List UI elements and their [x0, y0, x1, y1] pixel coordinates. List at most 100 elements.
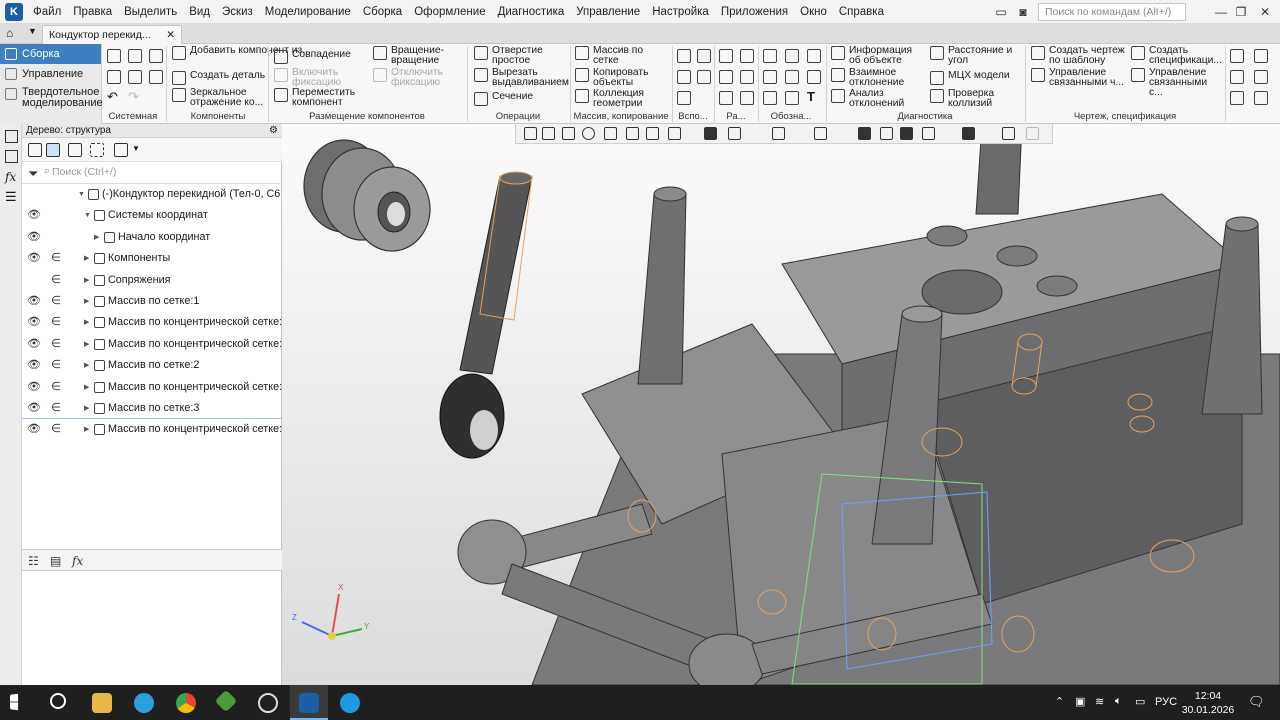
tool-a-icon[interactable] [1230, 49, 1244, 63]
leader-icon[interactable] [763, 70, 777, 84]
mode-assembly[interactable]: Сборка [0, 44, 101, 64]
rotation-button[interactable]: Вращение-вращение [373, 45, 453, 66]
menu-modeling[interactable]: Моделирование [259, 6, 357, 18]
tree-structure-icon[interactable] [28, 143, 42, 157]
expand-toggle-icon[interactable]: ▶ [84, 270, 89, 291]
language-indicator[interactable]: РУС [1155, 696, 1177, 708]
tool-f-icon[interactable] [1254, 91, 1268, 105]
tab-close-icon[interactable]: ✕ [166, 26, 175, 44]
menu-sketch[interactable]: Эскиз [216, 6, 259, 18]
include-calc-icon[interactable]: ∈ [51, 270, 61, 291]
volume-icon[interactable]: 🔈︎ [1115, 695, 1122, 708]
include-calc-icon[interactable]: ∈ [51, 419, 61, 440]
position-icon[interactable] [785, 91, 799, 105]
zoom-icon[interactable] [582, 127, 595, 140]
chrome-icon[interactable] [176, 693, 196, 713]
tree-search[interactable]: ⏷ ⌕ Поиск (Ctrl+/) [22, 162, 282, 184]
menu-diagnostics[interactable]: Диагностика [492, 6, 571, 18]
redo-icon[interactable]: ↷ [128, 90, 142, 105]
expand-toggle-icon[interactable]: ▶ [84, 248, 89, 269]
menu-select[interactable]: Выделить [118, 6, 183, 18]
hide-icon[interactable] [772, 127, 785, 140]
assembly-3d-model[interactable]: X Y Z [282, 124, 1280, 685]
new-file-icon[interactable] [107, 49, 121, 63]
manage-linked-drawings-button[interactable]: Управление связанными ч... [1031, 67, 1127, 88]
roughness-icon[interactable] [763, 49, 777, 63]
display-mode-icon[interactable] [900, 127, 913, 140]
menu-file[interactable]: Файл [27, 6, 67, 18]
tab-document[interactable]: Кондуктор перекид... ✕ [42, 25, 182, 44]
layers-view-icon[interactable] [1002, 127, 1015, 140]
object-info-button[interactable]: Информация об объекте [831, 45, 921, 66]
undo-icon[interactable]: ↶ [107, 90, 121, 105]
tool-d-icon[interactable] [1254, 70, 1268, 84]
tolerance-icon[interactable] [785, 49, 799, 63]
menu-layout[interactable]: Оформление [408, 6, 491, 18]
menu-apps[interactable]: Приложения [715, 6, 794, 18]
curve-icon[interactable] [697, 70, 711, 84]
constraints-icon[interactable] [858, 127, 871, 140]
tool-c-icon[interactable] [1230, 70, 1244, 84]
tree-row[interactable]: 👁︎ ▼ Системы координат [22, 205, 282, 226]
tree-row[interactable]: 👁︎ ∈ ▶ Массив по сетке:1 [22, 291, 282, 312]
notifications-icon[interactable]: 🗨︎ [1248, 694, 1265, 710]
angle-icon[interactable] [740, 70, 754, 84]
diameter-icon[interactable] [719, 70, 733, 84]
kompas-taskbar-icon[interactable] [299, 693, 319, 713]
visibility-icon[interactable] [814, 127, 827, 140]
distance-angle-button[interactable]: Расстояние и угол [930, 45, 1022, 66]
section-view-icon[interactable] [880, 127, 893, 140]
pointer-icon[interactable] [562, 127, 575, 140]
create-spec-button[interactable]: Создать спецификаци... [1131, 45, 1222, 66]
telegram-icon[interactable] [134, 693, 154, 713]
tree-row[interactable]: 👁︎ ∈ ▶ Массив по концентрической сетке:4 [22, 334, 282, 355]
include-calc-icon[interactable]: ∈ [51, 291, 61, 312]
arc-dim-icon[interactable] [740, 91, 754, 105]
tree-row[interactable]: ▼ (-)Кондуктор перекидной (Тел-0, С6 [22, 184, 282, 205]
visibility-eye-icon[interactable]: 👁︎ [27, 355, 41, 376]
open-file-icon[interactable] [128, 49, 142, 63]
layers-icon[interactable]: ☰ [5, 190, 18, 205]
include-calc-icon[interactable]: ∈ [51, 334, 61, 355]
manage-linked-specs-button[interactable]: Управление связанными с... [1131, 67, 1223, 98]
expand-toggle-icon[interactable]: ▼ [78, 184, 85, 205]
copy-objects-button[interactable]: Копировать объекты [575, 67, 665, 88]
view-control-icon[interactable] [524, 127, 537, 140]
expand-toggle-icon[interactable]: ▶ [94, 227, 99, 248]
roller-part[interactable] [303, 139, 431, 252]
command-search-input[interactable]: Поиск по командам (Alt+/) [1038, 3, 1186, 21]
expand-toggle-icon[interactable]: ▶ [84, 312, 89, 333]
expand-toggle-icon[interactable]: ▶ [84, 377, 89, 398]
expand-toggle-icon[interactable]: ▶ [84, 291, 89, 312]
cut-extrude-button[interactable]: Вырезать выдавливанием [474, 67, 570, 88]
plane-icon[interactable] [697, 49, 711, 63]
tree-row[interactable]: 👁︎ ∈ ▶ Массив по концентрической сетке:7 [22, 419, 282, 440]
tree-row[interactable]: ∈ ▶ Сопряжения [22, 270, 282, 291]
rebuild-icon[interactable] [128, 70, 142, 84]
expand-toggle-icon[interactable]: ▶ [84, 334, 89, 355]
include-calc-icon[interactable]: ∈ [51, 355, 61, 376]
visibility-eye-icon[interactable]: 👁︎ [27, 227, 41, 248]
close-window-icon[interactable]: ✕ [1254, 2, 1276, 22]
mode-solid-modeling[interactable]: Твердотельное моделирование [0, 84, 103, 110]
tree-search-input[interactable]: Поиск (Ctrl+/) [52, 166, 116, 178]
tree-row[interactable]: 👁︎ ∈ ▶ Массив по сетке:2 [22, 355, 282, 376]
geometry-collection-button[interactable]: Коллекция геометрии [575, 88, 665, 109]
screenshot-icon[interactable]: ◙ [1012, 2, 1034, 22]
visibility-eye-icon[interactable]: 👁︎ [27, 419, 41, 440]
mutual-deviation-button[interactable]: Взаимное отклонение [831, 67, 921, 88]
size-icon[interactable] [719, 49, 733, 63]
battery-icon[interactable]: ▭ [1135, 695, 1145, 708]
filter-icon[interactable]: ⏷ [28, 166, 38, 182]
linear-dim-icon[interactable] [719, 91, 733, 105]
perspective-icon[interactable] [922, 127, 935, 140]
visibility-eye-icon[interactable]: 👁︎ [27, 248, 41, 269]
eye-bolt-part[interactable] [439, 171, 533, 459]
visibility-eye-icon[interactable]: 👁︎ [27, 291, 41, 312]
tray-app-icon[interactable]: ▣ [1075, 695, 1085, 708]
menu-settings[interactable]: Настройка [646, 6, 715, 18]
radius-icon[interactable] [740, 49, 754, 63]
tab-list-icon[interactable]: ▼ [28, 26, 37, 36]
visibility-eye-icon[interactable]: 👁︎ [27, 205, 41, 226]
funnel-filter-icon[interactable] [962, 127, 975, 140]
